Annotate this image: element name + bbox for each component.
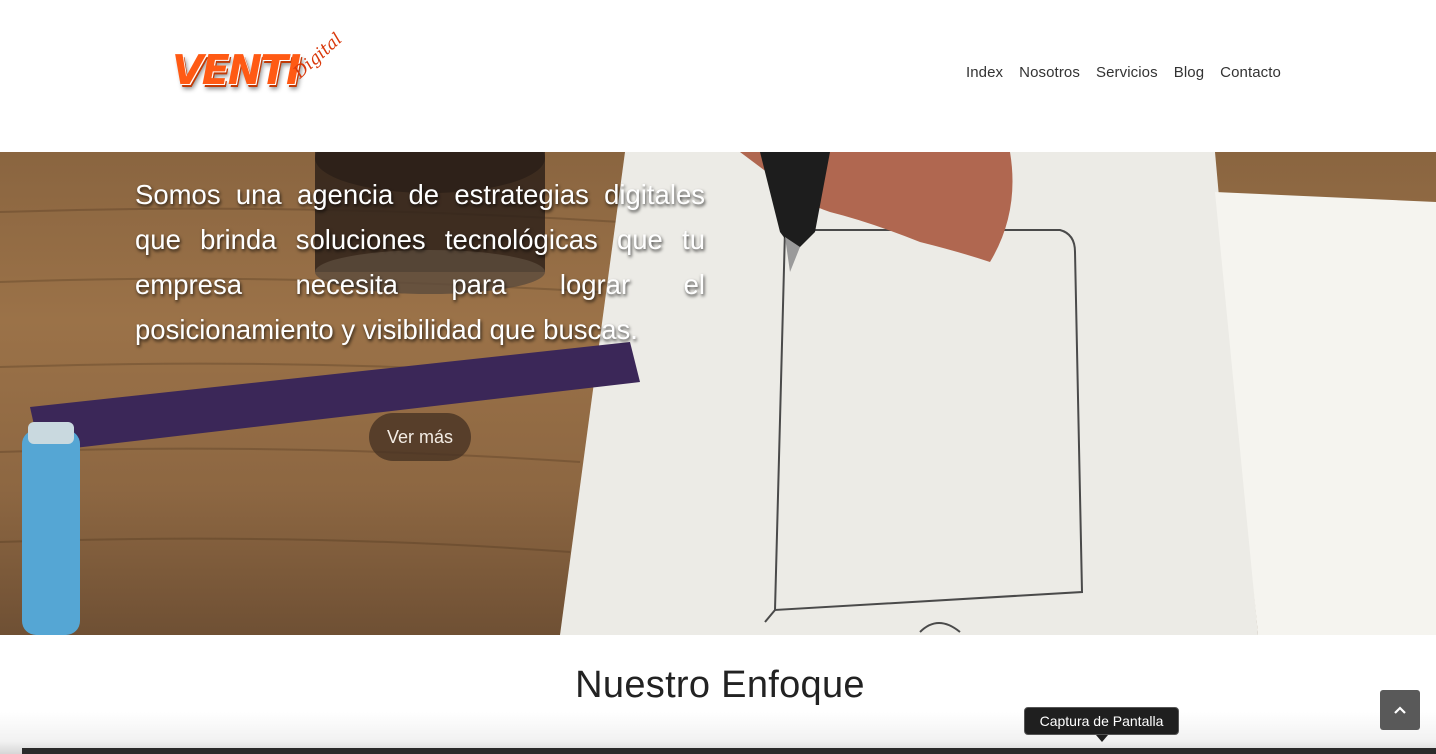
hero-banner: Somos una agencia de estrategias digital…: [0, 152, 1436, 635]
nav-servicios[interactable]: Servicios: [1096, 64, 1158, 81]
nav-blog[interactable]: Blog: [1174, 64, 1204, 81]
main-nav: Index Nosotros Servicios Blog Contacto: [966, 64, 1281, 81]
scroll-top-button[interactable]: [1380, 690, 1420, 730]
nav-nosotros[interactable]: Nosotros: [1019, 64, 1080, 81]
venti-digital-logo[interactable]: VENTI Digital: [172, 29, 348, 110]
ver-mas-button[interactable]: Ver más: [369, 413, 471, 461]
tooltip-arrow: [1096, 735, 1108, 742]
dock-bar: [22, 748, 1436, 754]
screenshot-tooltip: Captura de Pantalla: [1024, 707, 1179, 735]
logo-wordmark: VENTI: [172, 46, 301, 94]
nav-index[interactable]: Index: [966, 64, 1003, 81]
chevron-up-icon: [1394, 706, 1406, 714]
hero-headline: Somos una agencia de estrategias digital…: [135, 179, 705, 345]
site-header: VENTI Digital Index Nosotros Servicios B…: [0, 0, 1436, 152]
section-title: Nuestro Enfoque: [575, 664, 865, 706]
nav-contacto[interactable]: Contacto: [1220, 64, 1281, 81]
